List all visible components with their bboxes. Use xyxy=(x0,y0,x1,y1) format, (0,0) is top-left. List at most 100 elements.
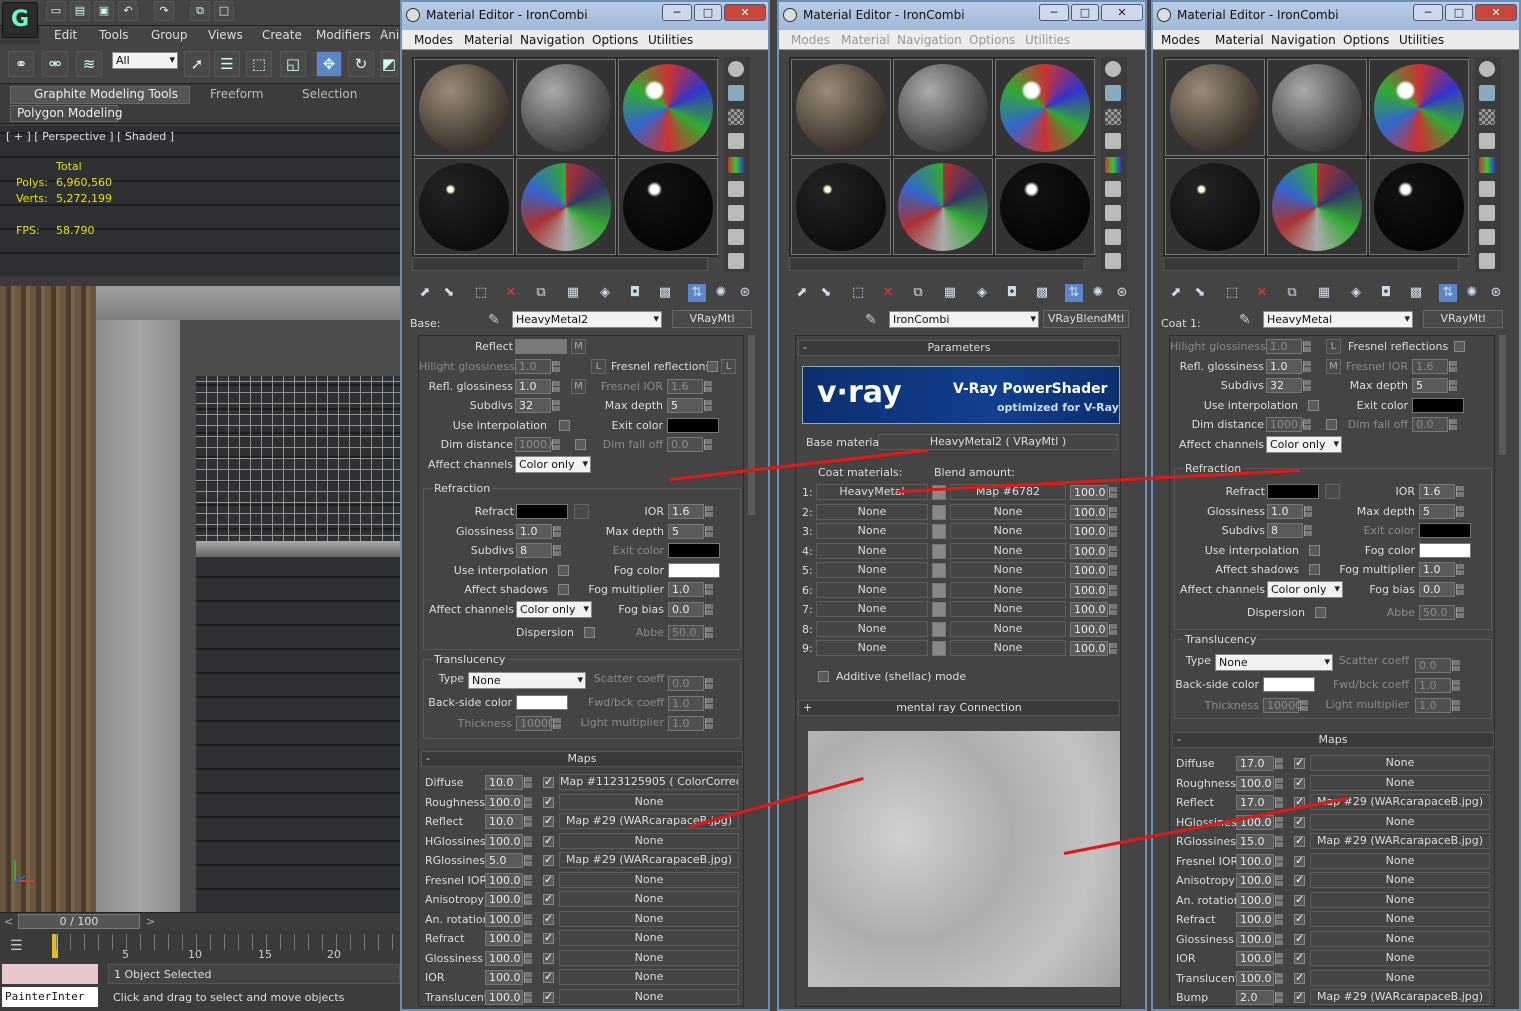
map-button[interactable]: Map #29 (WARcarapaceB.jpg) xyxy=(1310,794,1490,810)
refr-max-depth-spinner[interactable]: 5 xyxy=(668,524,713,539)
coat-swatch[interactable] xyxy=(932,563,946,578)
thickness-spinner[interactable]: 10000 xyxy=(516,716,561,731)
map-button[interactable]: None xyxy=(559,910,739,927)
map-amount-spinner[interactable]: 100.0 xyxy=(1236,873,1283,888)
blend-amount-spinner[interactable]: 100.0 xyxy=(1070,621,1117,637)
blend-amount-spinner[interactable]: 100.0 xyxy=(1070,563,1117,578)
refr-exit-color-swatch[interactable] xyxy=(1419,523,1471,538)
map-amount-spinner[interactable]: 100.0 xyxy=(1236,912,1283,927)
sample-type-icon[interactable] xyxy=(1479,61,1495,77)
maxscript-mini-listener[interactable] xyxy=(2,964,98,984)
make-unique-icon[interactable]: ⧉ xyxy=(532,284,550,302)
maps-rollout-header[interactable]: - Maps xyxy=(1172,732,1494,748)
refr-use-interpolation-checkbox[interactable] xyxy=(1309,545,1320,556)
put-to-library-icon[interactable]: ▦ xyxy=(1315,284,1333,302)
map-button[interactable]: None xyxy=(1310,872,1490,888)
menu-tools[interactable]: Tools xyxy=(99,28,129,42)
refr-affect-channels-dropdown[interactable]: Color only xyxy=(1267,581,1343,598)
hilight-lock-button[interactable]: L xyxy=(591,359,606,374)
video-color-check-icon[interactable] xyxy=(728,157,744,173)
sample-slot[interactable] xyxy=(791,158,891,255)
map-amount-spinner[interactable]: 100.0 xyxy=(485,911,532,927)
coat-swatch[interactable] xyxy=(932,621,946,637)
assign-material-icon[interactable]: ⬚ xyxy=(849,284,867,302)
blend-map-button[interactable]: None xyxy=(950,601,1066,617)
go-to-parent-icon[interactable]: ⇅ xyxy=(688,284,706,302)
menu-create[interactable]: Create xyxy=(262,28,302,42)
map-enable-checkbox[interactable] xyxy=(1294,854,1305,867)
map-enable-checkbox[interactable] xyxy=(543,892,554,905)
video-color-check-icon[interactable] xyxy=(1105,157,1121,173)
blend-map-button[interactable]: None xyxy=(950,562,1066,578)
background-icon[interactable] xyxy=(1105,109,1121,125)
map-enable-checkbox[interactable] xyxy=(543,873,554,886)
select-object-icon[interactable]: ➚ xyxy=(184,51,210,77)
map-button[interactable]: None xyxy=(1310,755,1490,771)
new-icon[interactable]: ▭ xyxy=(46,1,66,21)
menu-edit[interactable]: Edit xyxy=(54,28,77,42)
show-map-icon[interactable]: ◘ xyxy=(1003,284,1021,302)
fresnel-ior-spinner[interactable]: 1.6 xyxy=(667,379,712,394)
refr-use-interpolation-checkbox[interactable] xyxy=(558,565,569,576)
base-material-button[interactable]: HeavyMetal2 ( VRayMtl ) xyxy=(878,434,1118,450)
map-amount-spinner[interactable]: 100.0 xyxy=(485,970,532,985)
rotate-icon[interactable]: ↻ xyxy=(348,51,374,77)
hilight-glossiness-spinner[interactable]: 1.0 xyxy=(1266,339,1311,354)
map-enable-checkbox[interactable] xyxy=(1294,776,1305,789)
material-navigator-icon[interactable] xyxy=(728,253,744,269)
glossiness-spinner[interactable]: 1.0 xyxy=(1267,504,1312,519)
material-id-icon[interactable]: ◈ xyxy=(596,284,614,302)
glossiness-spinner[interactable]: 1.0 xyxy=(516,524,561,539)
map-button[interactable]: Map #1123125905 ( ColorCorrect ) xyxy=(559,774,739,790)
affect-shadows-checkbox[interactable] xyxy=(558,584,569,595)
options-icon[interactable] xyxy=(1105,205,1121,221)
app-logo-icon[interactable]: G xyxy=(2,2,38,38)
coat-material-button[interactable]: None xyxy=(816,503,928,520)
hilight-lock-button[interactable]: L xyxy=(1326,339,1341,354)
map-enable-checkbox[interactable] xyxy=(1294,912,1305,925)
sample-slot[interactable] xyxy=(414,59,514,156)
refr-exit-color-swatch[interactable] xyxy=(668,543,720,558)
map-enable-checkbox[interactable] xyxy=(543,990,554,1003)
maximize-button[interactable]: □ xyxy=(1071,4,1099,21)
put-to-scene-icon[interactable]: ⬊ xyxy=(440,284,458,302)
sample-slot[interactable] xyxy=(1267,158,1367,255)
map-button[interactable]: None xyxy=(1310,774,1490,791)
fresnel-ior-spinner[interactable]: 1.6 xyxy=(1412,359,1457,374)
map-amount-spinner[interactable]: 5.0 xyxy=(485,853,532,868)
title-bar[interactable]: Material Editor - IronCombi ─ □ ✕ xyxy=(1153,2,1519,30)
map-button[interactable]: None xyxy=(559,793,739,810)
material-type-button[interactable]: VRayMtl xyxy=(1423,310,1503,328)
map-enable-checkbox[interactable] xyxy=(1294,951,1305,964)
select-by-material-icon[interactable] xyxy=(1105,229,1121,245)
abbe-spinner[interactable]: 50.0 xyxy=(1419,605,1464,620)
get-material-icon[interactable]: ⬈ xyxy=(416,284,434,302)
sample-slot[interactable] xyxy=(893,59,993,156)
sample-slot[interactable] xyxy=(516,59,616,156)
time-prev-icon[interactable]: < xyxy=(4,915,13,928)
track-bar[interactable]: ☰ 5 10 15 20 xyxy=(0,930,400,962)
close-button[interactable]: ✕ xyxy=(1475,4,1517,21)
minimize-button[interactable]: ─ xyxy=(1413,4,1443,21)
map-button[interactable]: None xyxy=(559,949,739,966)
make-preview-icon[interactable] xyxy=(1479,181,1495,197)
ior-spinner[interactable]: 1.6 xyxy=(1419,484,1464,499)
select-by-material-icon[interactable] xyxy=(1479,229,1495,245)
dim-distance-spinner[interactable]: 1000.0 xyxy=(1266,417,1311,432)
map-enable-checkbox[interactable] xyxy=(543,970,554,983)
map-amount-spinner[interactable]: 100.0 xyxy=(485,833,532,849)
fwd-bck-coeff-spinner[interactable]: 1.0 xyxy=(1415,678,1460,693)
fetch-icon[interactable]: □ xyxy=(214,1,234,21)
menu-utilities[interactable]: Utilities xyxy=(1025,33,1070,47)
show-end-result-icon[interactable]: ▩ xyxy=(656,284,674,302)
get-material-icon[interactable]: ⬈ xyxy=(793,284,811,302)
additive-mode-checkbox[interactable] xyxy=(818,671,829,682)
refl-glossiness-map-button[interactable]: M xyxy=(571,379,586,394)
refr-subdivs-spinner[interactable]: 8 xyxy=(516,543,561,558)
map-button[interactable]: None xyxy=(1310,852,1490,869)
blend-amount-spinner[interactable]: 100.0 xyxy=(1070,485,1117,500)
backlight-icon[interactable] xyxy=(1479,85,1495,101)
map-enable-checkbox[interactable] xyxy=(543,795,554,808)
sample-slot[interactable] xyxy=(1267,59,1367,156)
put-to-scene-icon[interactable]: ⬊ xyxy=(1191,284,1209,302)
